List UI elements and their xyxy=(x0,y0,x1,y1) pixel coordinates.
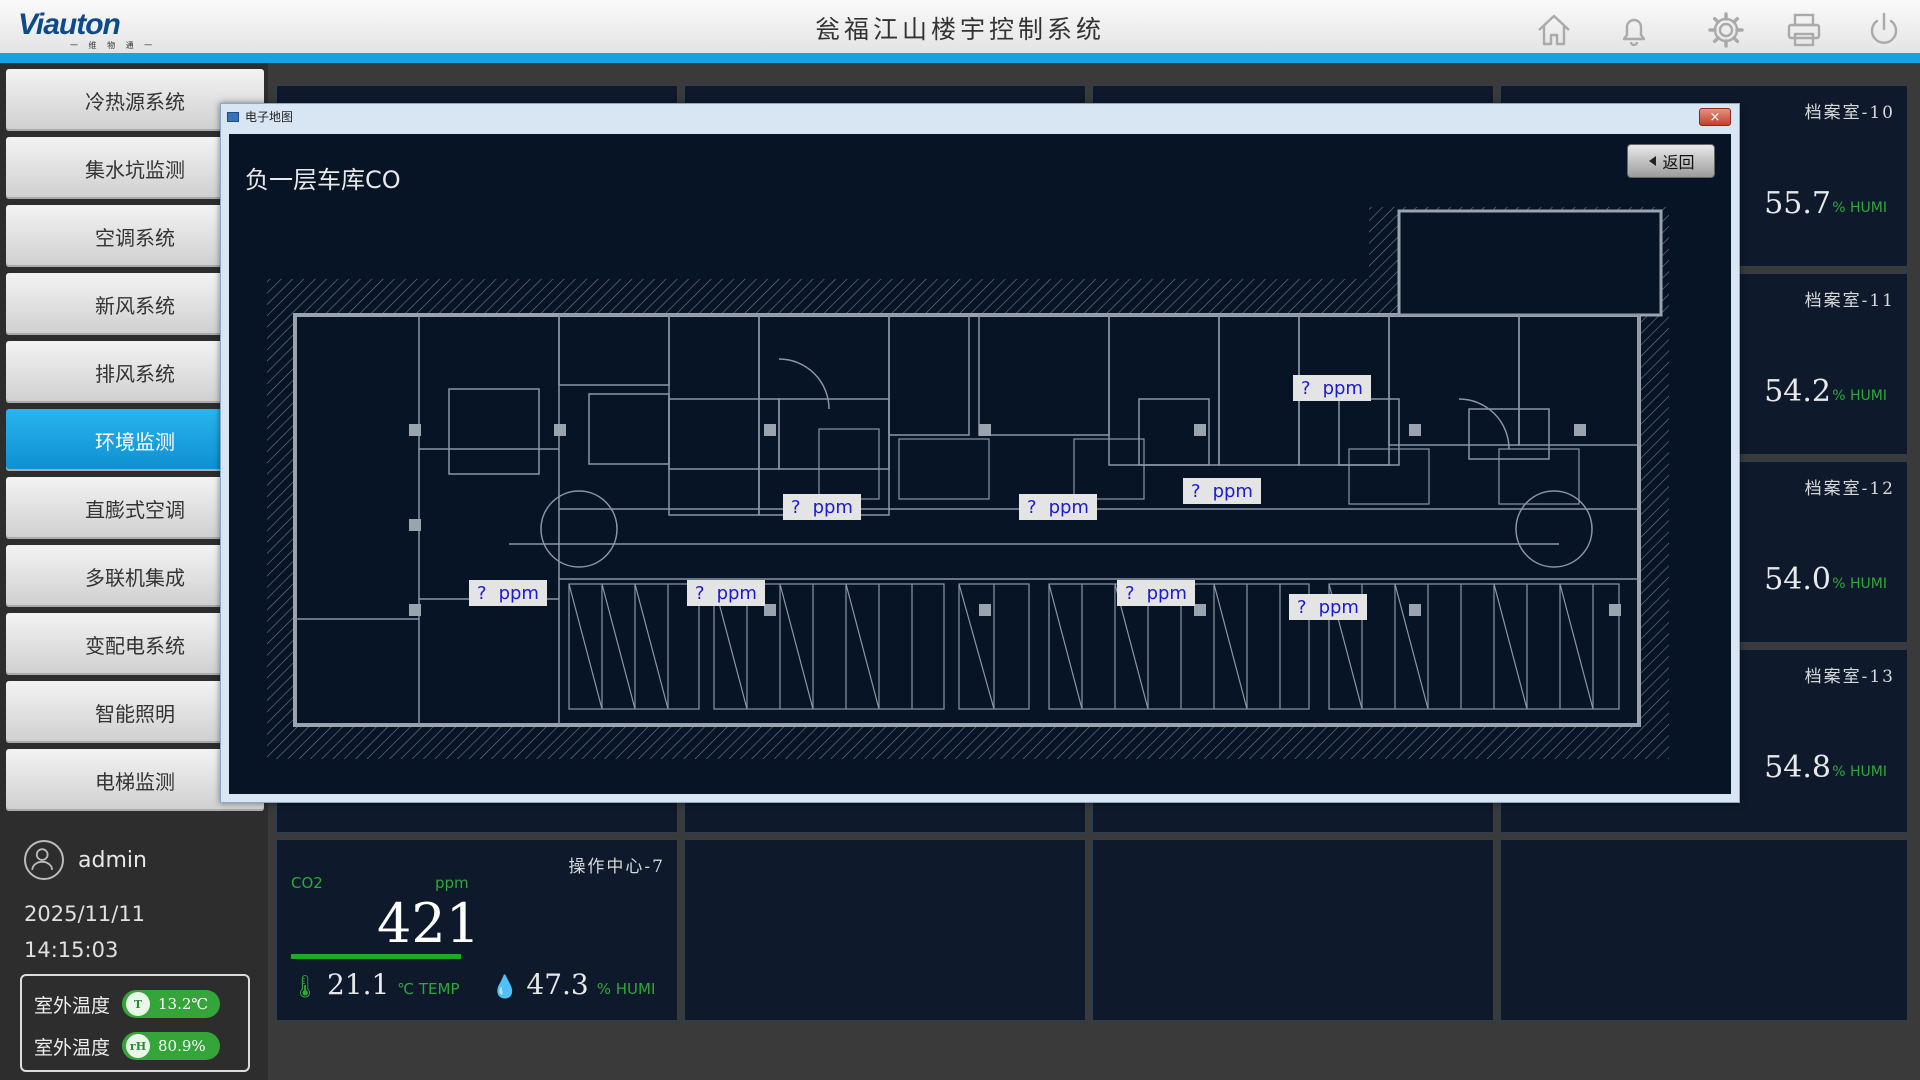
gear-icon[interactable] xyxy=(1706,10,1746,50)
brand-logo-subtitle: 一 维 物 通 一 xyxy=(70,41,157,50)
back-label: 返回 xyxy=(1662,153,1695,172)
sensor-reading: ? xyxy=(791,496,801,518)
sensor-unit: ppm xyxy=(812,496,853,518)
user-avatar-icon xyxy=(24,840,64,880)
outdoor-temp-value: 13.2℃ xyxy=(158,995,209,1013)
sensor-card-ops-center-7[interactable]: 操作中心-7 CO2 ppm 421 🌡 21.1 ℃ TEMP 💧 47.3 … xyxy=(276,839,678,1021)
humidity-value: 55.7 xyxy=(1764,186,1831,221)
dialog-title: 电子地图 xyxy=(245,110,294,124)
sensor-card[interactable] xyxy=(684,839,1086,1021)
humidity-unit: % HUMI xyxy=(1832,576,1887,592)
co-sensor-label[interactable]: ? ppm xyxy=(783,494,861,520)
outdoor-temp-row: 室外温度 T 13.2℃ xyxy=(34,990,221,1018)
power-icon[interactable] xyxy=(1864,10,1904,50)
thermometer-icon: 🌡 xyxy=(291,975,319,1000)
outdoor-humi-label: 室外温度 xyxy=(34,1036,111,1059)
card-title: 档案室-12 xyxy=(1804,479,1895,499)
user-info[interactable]: admin xyxy=(24,840,147,880)
humi-unit: % HUMI xyxy=(596,980,656,998)
card-title: 档案室-11 xyxy=(1804,291,1895,311)
outdoor-temp-label: 室外温度 xyxy=(34,994,111,1017)
home-icon[interactable] xyxy=(1534,10,1574,50)
sensor-unit: ppm xyxy=(1212,480,1253,502)
sensor-unit: ppm xyxy=(1318,596,1359,618)
electronic-map-dialog: 电子地图 × 负一层车库CO 返回 ? ppm ? ppm ? ppm ? pp… xyxy=(220,103,1740,803)
annex-outline xyxy=(1397,209,1663,317)
printer-icon[interactable] xyxy=(1784,10,1824,50)
co-sensor-label[interactable]: ? ppm xyxy=(469,580,547,606)
humidity-value: 54.2 xyxy=(1764,374,1831,409)
header-accent-bar xyxy=(0,53,1920,63)
outdoor-humi-row: 室外温度 rH 80.9% xyxy=(34,1032,221,1060)
floor-plan xyxy=(267,207,1669,759)
sensor-card[interactable] xyxy=(1500,839,1908,1021)
back-button[interactable]: 返回 xyxy=(1627,144,1715,178)
card-title: 操作中心-7 xyxy=(568,857,665,877)
sensor-reading: ? xyxy=(477,582,487,604)
bell-icon[interactable] xyxy=(1614,10,1654,50)
username: admin xyxy=(78,847,147,873)
sensor-reading: ? xyxy=(1125,582,1135,604)
window-icon xyxy=(227,111,239,122)
temp-value: 21.1 xyxy=(326,968,390,1001)
dialog-titlebar[interactable]: 电子地图 xyxy=(227,108,293,125)
droplet-icon: 💧 xyxy=(491,975,519,1000)
sensor-unit: ppm xyxy=(1146,582,1187,604)
brand-logo: Viauton xyxy=(18,8,121,41)
sensor-reading: ? xyxy=(1191,480,1201,502)
co2-level-bar xyxy=(291,954,461,959)
humi-reading: 💧 47.3 % HUMI xyxy=(491,968,655,1001)
sensor-reading: ? xyxy=(695,582,705,604)
co-sensor-label[interactable]: ? ppm xyxy=(687,580,765,606)
current-date: 2025/11/11 xyxy=(24,902,146,926)
sensor-unit: ppm xyxy=(716,582,757,604)
humidity-value: 54.8 xyxy=(1764,750,1831,785)
card-title: 档案室-10 xyxy=(1804,103,1895,123)
co2-label: CO2 xyxy=(291,874,323,892)
humidity-value: 54.0 xyxy=(1764,562,1831,597)
humi-value: 47.3 xyxy=(526,968,589,1001)
temp-reading: 🌡 21.1 ℃ TEMP xyxy=(291,968,460,1001)
header: Viauton 一 维 物 通 一 瓮福江山楼宇控制系统 xyxy=(0,0,1920,53)
outdoor-humi-value: 80.9% xyxy=(158,1037,206,1055)
system-title: 瓮福江山楼宇控制系统 xyxy=(814,15,1105,44)
outdoor-humi-badge: rH 80.9% xyxy=(122,1032,221,1060)
sensor-reading: ? xyxy=(1301,377,1311,399)
back-arrow-icon xyxy=(1649,156,1657,166)
current-time: 14:15:03 xyxy=(24,938,119,962)
card-title: 档案室-13 xyxy=(1804,667,1895,687)
co2-value: 421 xyxy=(377,892,481,955)
co-sensor-label[interactable]: ? ppm xyxy=(1289,594,1367,620)
humidity-unit: % HUMI xyxy=(1832,388,1887,404)
co-sensor-label[interactable]: ? ppm xyxy=(1183,478,1261,504)
sensor-reading: ? xyxy=(1297,596,1307,618)
humidity-icon: rH xyxy=(126,1034,151,1058)
outdoor-temp-badge: T 13.2℃ xyxy=(122,990,221,1018)
sensor-unit: ppm xyxy=(1322,377,1363,399)
map-title: 负一层车库CO xyxy=(245,166,401,194)
dialog-close-button[interactable]: × xyxy=(1699,108,1731,126)
temp-unit: ℃ TEMP xyxy=(397,980,460,998)
sensor-unit: ppm xyxy=(498,582,539,604)
map-panel: 负一层车库CO 返回 ? ppm ? ppm ? ppm ? ppm ? ppm… xyxy=(229,134,1731,794)
sensor-card[interactable] xyxy=(1092,839,1494,1021)
co-sensor-label[interactable]: ? ppm xyxy=(1019,494,1097,520)
building-outline xyxy=(293,313,1641,727)
sensor-unit: ppm xyxy=(1048,496,1089,518)
co-sensor-label[interactable]: ? ppm xyxy=(1293,375,1371,401)
co-sensor-label[interactable]: ? ppm xyxy=(1117,580,1195,606)
co2-unit: ppm xyxy=(435,874,469,892)
thermometer-icon: T xyxy=(126,992,151,1016)
humidity-unit: % HUMI xyxy=(1832,200,1887,216)
outdoor-weather-panel: 室外温度 T 13.2℃ 室外温度 rH 80.9% xyxy=(20,974,250,1072)
app-root: Viauton 一 维 物 通 一 瓮福江山楼宇控制系统 冷热源系统 集水坑监测… xyxy=(0,0,1920,1080)
humidity-unit: % HUMI xyxy=(1832,764,1887,780)
sensor-reading: ? xyxy=(1027,496,1037,518)
